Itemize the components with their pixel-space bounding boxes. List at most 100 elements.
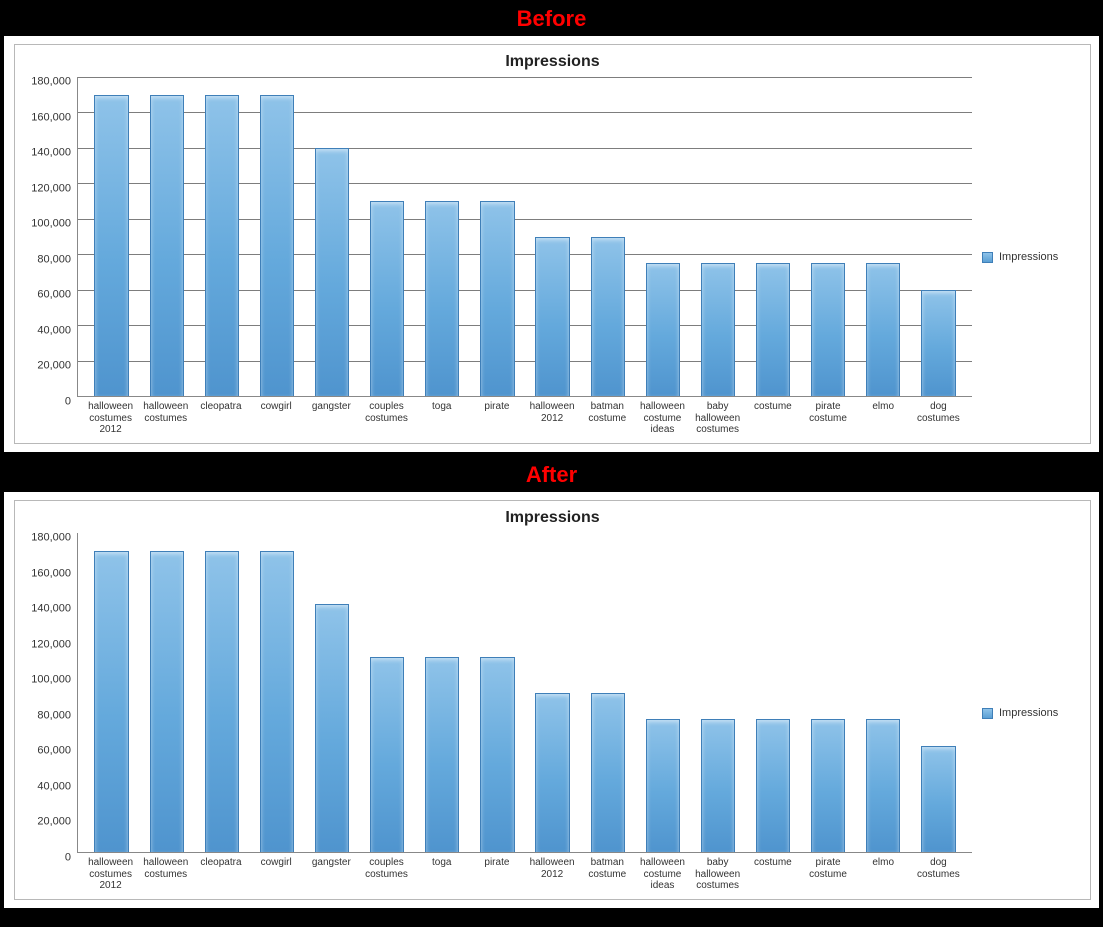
- bar: [205, 95, 239, 396]
- bar: [591, 693, 625, 853]
- bar: [535, 237, 569, 397]
- bar: [315, 604, 349, 852]
- bar: [701, 263, 735, 396]
- after-chart-title: Impressions: [15, 509, 1090, 527]
- bar: [370, 201, 404, 396]
- x-label: couples costumes: [359, 401, 414, 437]
- bar: [260, 551, 294, 852]
- bar: [591, 237, 625, 397]
- after-plot: [77, 533, 972, 853]
- bar: [480, 201, 514, 396]
- bar: [370, 657, 404, 852]
- x-label: halloween 2012: [525, 857, 580, 893]
- x-label: batman costume: [580, 401, 635, 437]
- bar: [811, 719, 845, 852]
- bar: [701, 719, 735, 852]
- bar-slot: [746, 533, 801, 852]
- after-plot-wrap: halloween costumes 2012halloween costume…: [77, 533, 972, 893]
- bar-slot: [525, 533, 580, 852]
- x-label: halloween costumes: [138, 401, 193, 437]
- after-label: After: [0, 456, 1103, 492]
- bar-slot: [470, 533, 525, 852]
- bar-slot: [911, 533, 966, 852]
- bar: [94, 95, 128, 396]
- after-x-labels: halloween costumes 2012halloween costume…: [77, 853, 972, 893]
- bar: [535, 693, 569, 853]
- bar-slot: [746, 77, 801, 396]
- bar-slot: [580, 77, 635, 396]
- x-label: elmo: [856, 401, 911, 437]
- x-label: gangster: [304, 401, 359, 437]
- x-label: halloween costumes 2012: [83, 857, 138, 893]
- x-label: gangster: [304, 857, 359, 893]
- bar: [150, 551, 184, 852]
- bar-slot: [305, 533, 360, 852]
- bar: [480, 657, 514, 852]
- bar: [315, 148, 349, 396]
- bar: [646, 263, 680, 396]
- after-bars: [78, 533, 972, 852]
- x-label: toga: [414, 857, 469, 893]
- before-chart-border: Impressions 180,000160,000140,000120,000…: [14, 44, 1091, 444]
- bar-slot: [415, 533, 470, 852]
- bar: [756, 719, 790, 852]
- before-chart-title: Impressions: [15, 53, 1090, 71]
- bar-slot: [139, 77, 194, 396]
- bar-slot: [911, 77, 966, 396]
- before-legend-label: Impressions: [999, 251, 1058, 263]
- bar-slot: [360, 533, 415, 852]
- x-label: halloween costume ideas: [635, 857, 690, 893]
- before-bars: [78, 77, 972, 396]
- x-label: pirate costume: [800, 857, 855, 893]
- bar: [150, 95, 184, 396]
- bar-slot: [84, 77, 139, 396]
- bar: [646, 719, 680, 852]
- bar-slot: [690, 77, 745, 396]
- after-y-axis: 180,000160,000140,000120,000100,00080,00…: [21, 533, 77, 853]
- x-label: dog costumes: [911, 857, 966, 893]
- before-chart-panel: Impressions 180,000160,000140,000120,000…: [4, 36, 1099, 452]
- x-label: halloween costumes 2012: [83, 401, 138, 437]
- before-plot: [77, 77, 972, 397]
- x-label: cleopatra: [193, 857, 248, 893]
- bar: [94, 551, 128, 852]
- after-legend: Impressions: [972, 533, 1082, 893]
- bar-slot: [801, 77, 856, 396]
- bar: [425, 657, 459, 852]
- after-chart-area: 180,000160,000140,000120,000100,00080,00…: [15, 533, 1090, 893]
- x-label: cleopatra: [193, 401, 248, 437]
- x-label: pirate costume: [800, 401, 855, 437]
- bar: [921, 290, 955, 396]
- x-label: pirate: [469, 857, 524, 893]
- x-label: cowgirl: [249, 857, 304, 893]
- bar: [866, 719, 900, 852]
- before-legend: Impressions: [972, 77, 1082, 437]
- x-label: halloween 2012: [525, 401, 580, 437]
- x-label: couples costumes: [359, 857, 414, 893]
- bar-slot: [856, 77, 911, 396]
- bar-slot: [194, 533, 249, 852]
- legend-swatch-icon: [982, 252, 993, 263]
- bar-slot: [360, 77, 415, 396]
- x-label: costume: [745, 857, 800, 893]
- before-x-labels: halloween costumes 2012halloween costume…: [77, 397, 972, 437]
- after-chart-border: Impressions 180,000160,000140,000120,000…: [14, 500, 1091, 900]
- bar-slot: [470, 77, 525, 396]
- bar-slot: [249, 533, 304, 852]
- bar: [811, 263, 845, 396]
- bar-slot: [139, 533, 194, 852]
- x-label: costume: [745, 401, 800, 437]
- bar: [866, 263, 900, 396]
- before-label: Before: [0, 0, 1103, 36]
- bar: [921, 746, 955, 852]
- x-label: batman costume: [580, 857, 635, 893]
- bar-slot: [856, 533, 911, 852]
- bar-slot: [525, 77, 580, 396]
- x-label: halloween costumes: [138, 857, 193, 893]
- bar-slot: [249, 77, 304, 396]
- bar: [260, 95, 294, 396]
- bar-slot: [194, 77, 249, 396]
- bar: [425, 201, 459, 396]
- before-y-axis: 180,000160,000140,000120,000100,00080,00…: [21, 77, 77, 397]
- legend-swatch-icon: [982, 708, 993, 719]
